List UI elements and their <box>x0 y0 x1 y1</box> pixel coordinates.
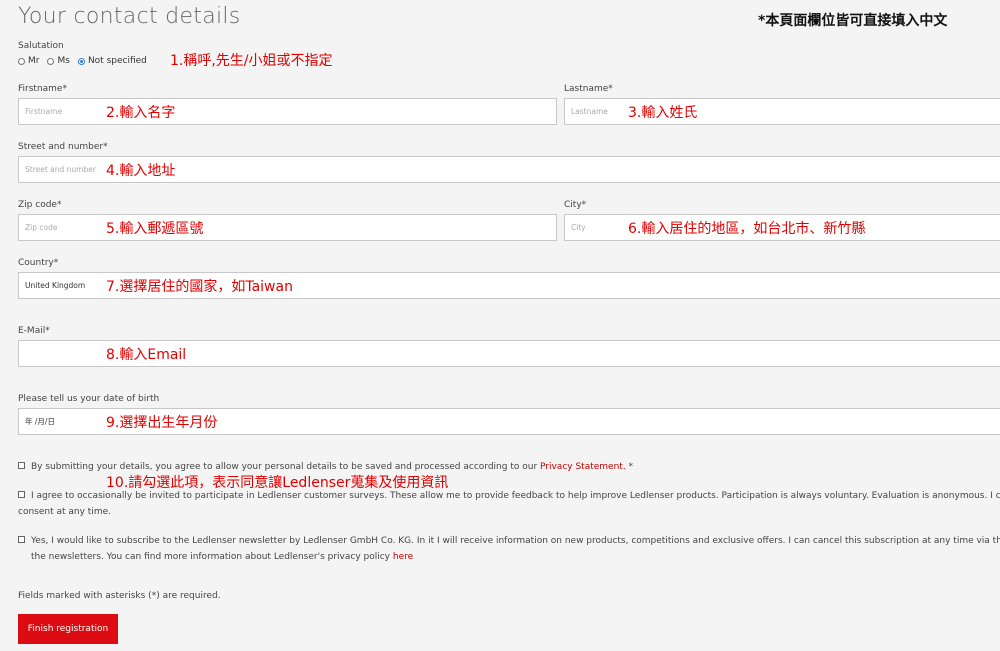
firstname-input[interactable]: Firstname <box>18 98 557 125</box>
zip-annotation: 5.輸入郵遞區號 <box>106 221 204 237</box>
newsletter-consent-line1: Yes, I would like to subscribe to the Le… <box>31 536 1000 546</box>
survey-checkbox[interactable] <box>18 491 25 498</box>
radio-ms[interactable]: Ms <box>47 56 70 66</box>
privacy-policy-here-link[interactable]: here <box>393 552 413 562</box>
page-title: Your contact details <box>18 4 241 29</box>
birthdate-annotation: 9.選擇出生年月份 <box>106 415 218 431</box>
radio-not-specified[interactable]: Not specified <box>77 56 147 66</box>
radio-not-specified-control[interactable] <box>77 57 85 65</box>
radio-not-specified-label: Not specified <box>87 56 147 66</box>
birthdate-label: Please tell us your date of birth <box>18 394 160 404</box>
privacy-checkbox[interactable] <box>18 462 25 469</box>
radio-mr-label: Mr <box>28 56 40 66</box>
survey-consent-line1: I agree to occasionally be invited to pa… <box>31 491 1000 501</box>
survey-consent-line2: consent at any time. <box>18 507 111 517</box>
lastname-annotation: 3.輸入姓氏 <box>628 105 698 121</box>
street-annotation: 4.輸入地址 <box>106 163 176 179</box>
country-label: Country* <box>18 258 59 268</box>
lastname-label: Lastname* <box>564 84 613 94</box>
email-label: E-Mail* <box>18 326 50 336</box>
finish-registration-button[interactable]: Finish registration <box>18 614 118 644</box>
privacy-consent-label: By submitting your details, you agree to… <box>31 462 538 472</box>
radio-ms-label: Ms <box>57 56 70 66</box>
newsletter-consent-line2: the newsletters. You can find more infor… <box>31 549 413 565</box>
firstname-label: Firstname* <box>18 84 67 94</box>
radio-ms-control[interactable] <box>47 57 55 65</box>
radio-mr[interactable]: Mr <box>18 56 39 66</box>
country-annotation: 7.選擇居住的國家，如Taiwan <box>106 279 293 295</box>
newsletter-checkbox[interactable] <box>18 536 25 543</box>
salutation-radio-group: Mr Ms Not specified <box>18 56 155 66</box>
radio-mr-control[interactable] <box>18 57 25 65</box>
firstname-annotation: 2.輸入名字 <box>106 105 176 121</box>
zip-label: Zip code* <box>18 200 62 210</box>
chinese-input-note: *本頁面欄位皆可直接填入中文 <box>758 13 948 29</box>
required-fields-note: Fields marked with asterisks (*) are req… <box>18 591 221 601</box>
salutation-label: Salutation <box>18 41 64 51</box>
zip-input[interactable]: Zip code <box>18 214 557 241</box>
newsletter-consent-text: the newsletters. You can find more infor… <box>31 552 391 562</box>
city-annotation: 6.輸入居住的地區，如台北市、新竹縣 <box>628 221 866 237</box>
street-label: Street and number* <box>18 142 108 152</box>
privacy-required-mark: * <box>625 462 634 472</box>
email-annotation: 8.輸入Email <box>106 347 187 363</box>
city-label: City* <box>564 200 587 210</box>
privacy-statement-link[interactable]: Privacy Statement. <box>540 462 626 472</box>
salutation-annotation: 1.稱呼,先生/小姐或不指定 <box>170 53 333 69</box>
